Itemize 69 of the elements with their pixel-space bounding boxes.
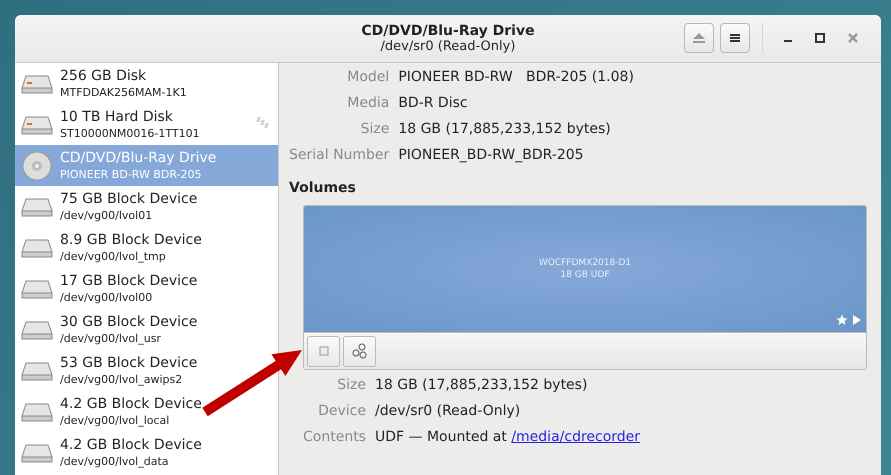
eject-icon — [692, 32, 706, 44]
drive-model: MTFDDAK256MAM-1K1 — [60, 84, 187, 100]
drive-icon — [20, 236, 54, 258]
drive-name: 10 TB Hard Disk — [60, 108, 174, 126]
field-value: PIONEER BD-RW BDR-205 (1.08) — [398, 68, 635, 87]
drive-list-item[interactable]: 53 GB Block Device /dev/vg00/lvol_awips2 — [15, 350, 278, 391]
drive-model: /dev/vg00/lvol_tmp — [60, 248, 167, 264]
drive-list-item[interactable]: 8.9 GB Block Device /dev/vg00/lvol_tmp — [15, 227, 278, 268]
drive-model: /dev/vg00/lvol_usr — [60, 330, 162, 346]
mounted-star-icon — [836, 314, 848, 326]
drive-list-item[interactable]: 10 TB Hard Disk ST10000NM0016-1TT101 — [15, 104, 278, 145]
drive-list-item[interactable]: 4.2 GB Block Device /dev/vg00/lvol_data — [15, 432, 278, 473]
drive-name: 4.2 GB Block Device — [60, 396, 202, 412]
drive-name: 30 GB Block Device — [60, 314, 198, 330]
volume-label: WOCFFDMX2018-D1 — [538, 257, 632, 269]
field-label: Contents — [303, 428, 366, 447]
drive-name: 256 GB Disk — [60, 68, 148, 84]
drive-model: /dev/vg00/lvol01 — [60, 208, 154, 222]
drive-name: 53 GB Block Device — [60, 354, 198, 372]
field-value: PIONEER_BD-RW_BDR-205 — [398, 146, 585, 165]
drive-model: /dev/vg00/lvol_data — [60, 454, 170, 468]
field-label: Size — [360, 120, 390, 139]
drive-name: 4.2 GB Block Device — [60, 436, 202, 454]
drive-model: ST10000NM0016-1TT101 — [60, 126, 200, 140]
drive-list-item[interactable]: 4.2 GB Block Device /dev/vg00/lvol_local — [15, 391, 278, 432]
field-label: Model — [346, 68, 390, 87]
drive-name: CD/DVD/Blu-Ray Drive — [60, 150, 216, 166]
drive-icon — [20, 400, 54, 422]
field-value: BD-R Disc — [398, 94, 469, 113]
field-label: Serial Number — [289, 146, 390, 165]
drive-model: /dev/vg00/lvol_local — [60, 412, 170, 428]
drive-model: /dev/vg00/lvol_awips2 — [60, 372, 184, 386]
field-value: UDF — Mounted at /media/cdrecorder — [374, 428, 642, 447]
drive-name: 75 GB Block Device — [60, 190, 198, 208]
drive-icon — [20, 318, 54, 340]
drive-name: 8.9 GB Block Device — [60, 232, 202, 248]
menu-icon — [729, 32, 741, 44]
play-icon — [853, 315, 861, 325]
maximize-icon[interactable] — [815, 33, 825, 43]
window-subtitle: /dev/sr0 (Read-Only) — [380, 39, 516, 54]
volume-info: 18 GB UDF — [560, 269, 610, 281]
disc-icon — [20, 150, 54, 182]
field-label: Size — [336, 376, 366, 395]
menu-button[interactable] — [720, 23, 750, 53]
field-value: 18 GB (17,885,233,152 bytes) — [374, 376, 588, 395]
field-value: 18 GB (17,885,233,152 bytes) — [398, 120, 612, 139]
mount-link[interactable]: /media/cdrecorder — [511, 429, 640, 445]
drive-icon — [20, 278, 54, 300]
drive-icon — [20, 196, 54, 218]
square-icon — [318, 346, 328, 356]
hard-drive-icon — [20, 72, 54, 94]
hard-drive-icon — [20, 114, 54, 136]
field-value: /dev/sr0 (Read-Only) — [374, 402, 522, 421]
window-title: CD/DVD/Blu-Ray Drive — [361, 23, 535, 39]
settings-button[interactable] — [343, 336, 376, 366]
drive-list-item[interactable]: 256 GB Disk MTFDDAK256MAM-1K1 — [15, 63, 278, 104]
drive-list-item[interactable]: 17 GB Block Device /dev/vg00/lvol00 — [15, 268, 278, 309]
drive-model: PIONEER BD-RW BDR-205 — [60, 166, 203, 182]
drive-list-item[interactable]: 75 GB Block Device /dev/vg00/lvol01 — [15, 186, 278, 227]
drive-list-item[interactable]: 30 GB Block Device /dev/vg00/lvol_usr — [15, 309, 278, 350]
gears-icon — [350, 341, 370, 361]
drive-name: 17 GB Block Device — [60, 272, 198, 290]
eject-button[interactable] — [684, 23, 714, 53]
drive-icon — [20, 360, 54, 382]
field-label: Device — [317, 402, 366, 421]
field-label: Media — [346, 94, 390, 113]
section-heading: Volumes — [289, 180, 357, 196]
drive-icon — [20, 442, 54, 464]
drive-model: /dev/vg00/lvol00 — [60, 290, 154, 304]
